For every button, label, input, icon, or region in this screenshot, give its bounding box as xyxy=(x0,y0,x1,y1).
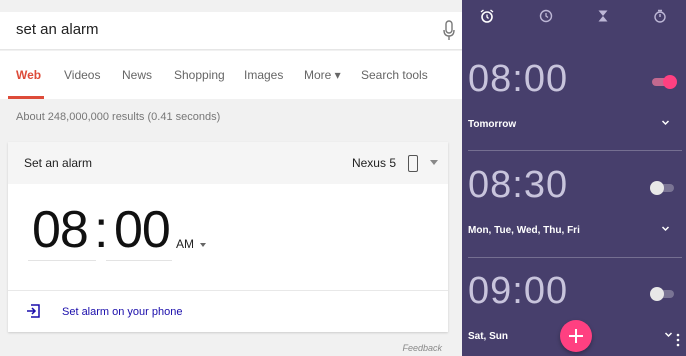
alarm-toggle-on[interactable] xyxy=(650,75,678,89)
alarm-days: Sat, Sun xyxy=(468,331,509,342)
alarm-toggle-off[interactable] xyxy=(650,287,678,301)
tab-search-tools[interactable]: Search tools xyxy=(361,68,428,82)
search-box[interactable]: set an alarm xyxy=(0,12,462,50)
chevron-down-icon[interactable] xyxy=(430,160,438,165)
chevron-down-icon[interactable] xyxy=(200,243,206,247)
alarm-divider xyxy=(468,150,682,151)
tab-shopping[interactable]: Shopping xyxy=(174,68,225,82)
alarm-time[interactable]: 08:00 xyxy=(468,58,568,101)
device-selector[interactable]: Nexus 5 xyxy=(352,156,396,170)
time-separator: : xyxy=(94,201,109,259)
minutes-input[interactable]: 00 xyxy=(114,200,171,260)
set-alarm-link[interactable]: Set alarm on your phone xyxy=(62,306,182,318)
tab-images[interactable]: Images xyxy=(244,68,283,82)
minutes-underline xyxy=(106,260,172,261)
chevron-down-icon[interactable] xyxy=(661,118,670,127)
clock-app: 08:00 Tomorrow 08:30 Mon, Tue, Wed, Thu,… xyxy=(462,0,686,356)
active-tab-indicator xyxy=(8,96,44,99)
alarm-toggle-off[interactable] xyxy=(650,181,678,195)
feedback-link[interactable]: Feedback xyxy=(402,343,442,353)
ampm-select[interactable]: AM xyxy=(176,237,194,251)
alarm-time[interactable]: 08:30 xyxy=(468,164,568,207)
add-alarm-button[interactable] xyxy=(560,320,592,352)
send-to-phone-icon xyxy=(27,304,40,318)
results-count: About 248,000,000 results (0.41 seconds) xyxy=(16,111,221,123)
chevron-down-icon[interactable] xyxy=(661,224,670,233)
hourglass-icon[interactable] xyxy=(596,9,610,23)
phone-icon xyxy=(408,155,418,172)
tab-web[interactable]: Web xyxy=(16,68,41,82)
alarm-days: Tomorrow xyxy=(468,119,517,130)
alarm-card-header: Set an alarm Nexus 5 xyxy=(8,142,448,184)
search-tabs: Web Videos News Shopping Images More ▾ S… xyxy=(0,51,462,99)
microphone-icon[interactable] xyxy=(442,20,456,42)
hours-input[interactable]: 08 xyxy=(32,200,89,260)
stopwatch-icon[interactable] xyxy=(653,9,667,23)
chevron-down-icon[interactable] xyxy=(664,330,673,339)
tab-videos[interactable]: Videos xyxy=(64,68,100,82)
alarm-card: Set an alarm Nexus 5 08 : 00 AM Set alar… xyxy=(8,142,448,332)
hours-underline xyxy=(28,260,96,261)
tab-news[interactable]: News xyxy=(122,68,152,82)
alarm-days: Mon, Tue, Wed, Thu, Fri xyxy=(468,225,580,236)
alarm-item[interactable]: 08:30 Mon, Tue, Wed, Thu, Fri xyxy=(462,152,686,258)
set-alarm-action[interactable]: Set alarm on your phone xyxy=(8,290,448,332)
alarm-clock-icon[interactable] xyxy=(480,9,494,23)
alarm-time[interactable]: 09:00 xyxy=(468,270,568,313)
alarm-card-title: Set an alarm xyxy=(24,156,93,170)
search-input[interactable]: set an alarm xyxy=(16,21,99,38)
tab-more[interactable]: More ▾ xyxy=(304,68,341,82)
overflow-menu-icon[interactable] xyxy=(676,333,680,347)
search-results-pane: set an alarm Web Videos News Shopping Im… xyxy=(0,0,462,356)
clock-icon[interactable] xyxy=(539,9,553,23)
alarm-item[interactable]: 08:00 Tomorrow xyxy=(462,46,686,152)
